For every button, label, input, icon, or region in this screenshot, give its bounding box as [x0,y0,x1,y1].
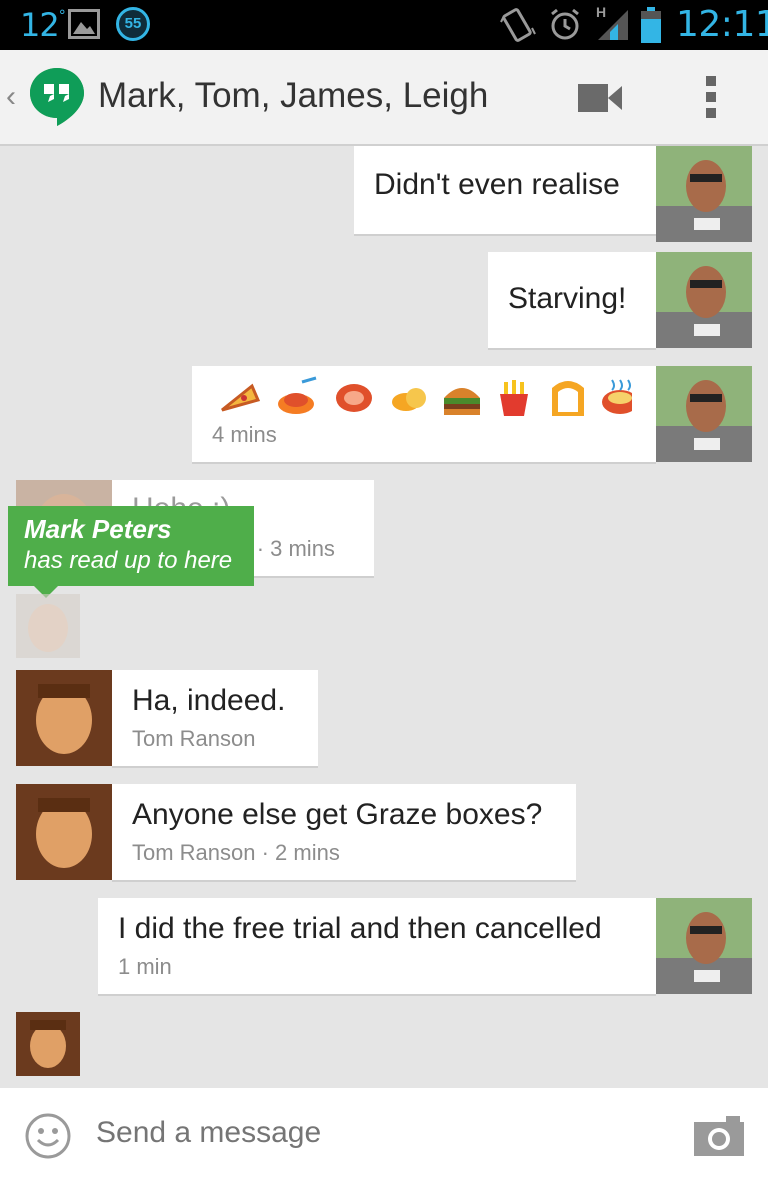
meat-emoji-icon [336,384,372,412]
read-receipt-avatar-tom-ranson[interactable] [16,1012,80,1076]
message-list[interactable]: Didn't even realise Starving! 4 mins · 3… [0,146,768,1088]
self-avatar[interactable] [656,252,752,348]
self-avatar[interactable] [656,898,752,994]
message-text: Anyone else get Graze boxes? [132,798,543,831]
bread-emoji-icon [552,381,584,416]
outgoing-message-bubble[interactable]: Didn't even realise [354,146,656,234]
message-sender: Tom Ranson [132,726,256,751]
message-text: Didn't even realise [374,168,620,201]
clock: 12:11 [676,4,768,45]
read-receipt-tooltip: Mark Peters has read up to here [8,506,254,598]
read-receipt-subtitle: has read up to here [24,547,233,574]
camera-icon[interactable] [692,1114,746,1158]
battery-icon [641,7,661,43]
incoming-message-bubble[interactable]: Anyone else get Graze boxes? Tom Ranson … [112,784,576,880]
read-receipt-name: Mark Peters [24,514,172,544]
message-timestamp: 4 mins [212,422,277,447]
outgoing-message-bubble[interactable]: Starving! [488,252,656,348]
smiley-icon[interactable] [24,1112,72,1160]
hamburger-emoji-icon [444,388,480,415]
status-bar: 12° 55 H 12:11 [0,0,768,50]
message-text: I did the free trial and then cancelled [118,912,602,945]
spaghetti-emoji-icon [278,376,317,414]
vibrate-icon [500,8,536,42]
pizza-emoji-icon [221,383,261,412]
message-sender-timestamp: Tom Ranson · 2 mins [132,840,340,865]
conversation-header: ‹ Mark, Tom, James, Leigh [0,50,768,146]
outgoing-message-bubble[interactable]: 4 mins [192,366,656,462]
overflow-menu-icon[interactable] [706,76,718,124]
sender-avatar-tom-ranson[interactable] [16,784,112,880]
network-type-label: H [596,4,607,20]
back-chevron-icon[interactable]: ‹ [6,80,16,114]
weather-temperature: 12° [20,6,66,44]
read-receipt-avatar-mark-peters[interactable] [16,594,80,658]
outgoing-message-bubble[interactable]: I did the free trial and then cancelled … [98,898,656,994]
fries-emoji-icon [500,380,528,416]
notification-count-badge: 55 [116,7,150,41]
signal-strength-icon: H [596,4,632,47]
chicken-leg-emoji-icon [392,388,426,411]
conversation-title: Mark, Tom, James, Leigh [98,76,489,115]
temperature-unit: ° [58,8,66,24]
message-input[interactable] [96,1116,656,1150]
emoji-row [212,376,638,423]
self-avatar[interactable] [656,366,752,462]
ramen-emoji-icon [602,379,638,414]
message-timestamp: 1 min [118,954,172,979]
temperature-value: 12 [20,6,60,44]
incoming-message-bubble[interactable]: Ha, indeed. Tom Ranson [112,670,318,766]
self-avatar[interactable] [656,146,752,242]
video-call-icon[interactable] [578,84,624,112]
alarm-icon [551,8,579,40]
message-text: Ha, indeed. [132,684,286,717]
hangouts-logo-icon[interactable] [28,66,86,128]
message-text: Starving! [508,282,627,315]
sender-avatar-tom-ranson[interactable] [16,670,112,766]
message-composer [0,1088,768,1184]
gallery-notification-icon [68,9,100,39]
